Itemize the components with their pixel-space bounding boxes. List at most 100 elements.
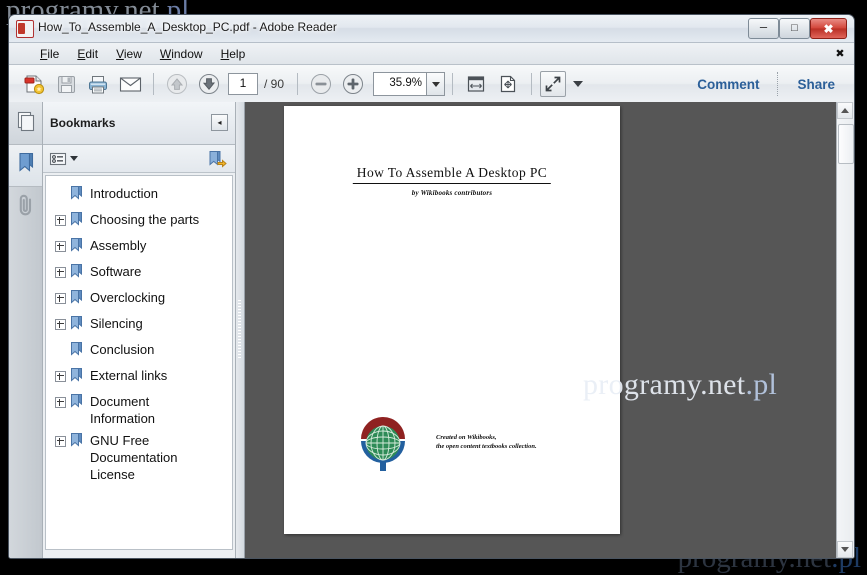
maximize-button[interactable]: □ <box>779 18 810 39</box>
new-bookmark-icon <box>207 149 227 169</box>
panel-splitter[interactable] <box>236 102 245 558</box>
bookmark-icon <box>70 393 85 414</box>
expand-toggle[interactable] <box>52 210 68 230</box>
scroll-up-button[interactable] <box>837 102 853 119</box>
bookmark-options-button[interactable] <box>49 151 78 167</box>
toolbar-more-arrow[interactable] <box>569 71 587 97</box>
adobe-reader-window: How_To_Assemble_A_Desktop_PC.pdf - Adobe… <box>8 14 855 559</box>
paperclip-icon <box>15 192 37 223</box>
zoom-dropdown-arrow[interactable] <box>426 72 445 96</box>
bookmarks-panel: Bookmarks ◂ <box>43 102 236 558</box>
list-item[interactable]: GNU Free Documentation License <box>46 429 232 485</box>
toolbar-separator-4 <box>531 73 532 95</box>
menu-label: iew <box>124 47 142 61</box>
minimize-button[interactable]: – <box>748 18 779 39</box>
list-item-label: Software <box>90 262 141 280</box>
vertical-scrollbar[interactable] <box>836 102 854 558</box>
menu-bar: File Edit View Window Help ✖ <box>9 43 854 65</box>
sidebar-item-page-thumbnails[interactable] <box>9 102 42 145</box>
close-toolbar-icon[interactable]: ✖ <box>832 46 848 61</box>
pdf-document-title: How To Assemble A Desktop PC <box>353 165 551 184</box>
window-body: Bookmarks ◂ <box>9 102 854 558</box>
caption-line-1: Created on Wikibooks, <box>436 433 537 442</box>
create-pdf-icon[interactable] <box>19 69 49 99</box>
expand-toggle[interactable] <box>52 392 68 412</box>
bookmark-options-arrow <box>70 156 78 161</box>
email-icon[interactable] <box>115 69 145 99</box>
scroll-down-button[interactable] <box>837 541 853 558</box>
toolbar-separator-5 <box>777 72 779 96</box>
zoom-level-input[interactable]: 35.9% <box>373 72 426 96</box>
title-bar: How_To_Assemble_A_Desktop_PC.pdf - Adobe… <box>9 15 854 43</box>
bookmark-icon <box>70 289 85 310</box>
next-page-icon[interactable] <box>194 69 224 99</box>
comment-button[interactable]: Comment <box>687 77 769 92</box>
list-item[interactable]: Introduction <box>46 182 232 208</box>
menu-accel: W <box>160 47 171 61</box>
list-item[interactable]: Overclocking <box>46 286 232 312</box>
collapse-panel-icon[interactable]: ◂ <box>211 114 228 131</box>
list-item[interactable]: Conclusion <box>46 338 232 364</box>
close-button[interactable]: ✖ <box>810 18 847 39</box>
zoom-in-icon[interactable] <box>338 69 368 99</box>
list-item-label: Overclocking <box>90 288 165 306</box>
sidebar-item-bookmarks[interactable] <box>9 145 42 187</box>
toolbar-separator-2 <box>297 73 298 95</box>
chevron-up-icon <box>841 108 849 113</box>
toolbar-separator-3 <box>452 73 453 95</box>
menu-item-file[interactable]: File <box>31 45 68 63</box>
zoom-out-icon[interactable] <box>306 69 336 99</box>
expand-toggle[interactable] <box>52 262 68 282</box>
bookmark-icon <box>70 315 85 336</box>
list-item[interactable]: Software <box>46 260 232 286</box>
expand-toggle[interactable] <box>52 431 68 451</box>
bookmarks-list[interactable]: Introduction Choosing the parts <box>45 175 233 550</box>
list-item-label: External links <box>90 366 167 384</box>
menu-item-window[interactable]: Window <box>151 45 212 63</box>
expand-toggle[interactable] <box>52 184 68 204</box>
bookmarks-panel-header: Bookmarks ◂ <box>43 102 235 145</box>
print-icon[interactable] <box>83 69 113 99</box>
list-item-label: Assembly <box>90 236 146 254</box>
page-total-label: / 90 <box>264 77 284 91</box>
share-button[interactable]: Share <box>787 77 845 92</box>
menu-item-edit[interactable]: Edit <box>68 45 107 63</box>
expand-toggle[interactable] <box>52 340 68 360</box>
expand-toggle[interactable] <box>52 236 68 256</box>
bookmarks-toolbar <box>43 145 235 173</box>
pdf-document-author: by Wikibooks contributors <box>412 189 492 197</box>
bookmark-icon <box>70 432 85 453</box>
fit-width-icon[interactable] <box>461 69 491 99</box>
list-item[interactable]: Document Information <box>46 390 232 429</box>
adobe-reader-icon <box>16 20 34 38</box>
list-item[interactable]: Choosing the parts <box>46 208 232 234</box>
list-item-label: Introduction <box>90 184 158 202</box>
bookmarks-panel-title: Bookmarks <box>50 116 115 130</box>
pages-icon <box>15 110 37 137</box>
menu-label: ile <box>47 47 59 61</box>
new-bookmark-button[interactable] <box>207 149 227 174</box>
document-viewport[interactable]: How To Assemble A Desktop PC by Wikibook… <box>245 102 854 558</box>
toolbar-right-group: Comment Share <box>687 72 854 96</box>
bookmark-icon <box>70 237 85 258</box>
expand-toggle[interactable] <box>52 314 68 334</box>
menu-item-help[interactable]: Help <box>212 45 255 63</box>
scrollbar-thumb[interactable] <box>838 124 854 164</box>
fit-page-icon[interactable] <box>493 69 523 99</box>
previous-page-icon[interactable] <box>162 69 192 99</box>
read-mode-icon[interactable] <box>540 71 566 97</box>
list-item[interactable]: External links <box>46 364 232 390</box>
sidebar-item-attachments[interactable] <box>9 187 42 228</box>
page-number-input[interactable]: 1 <box>228 73 258 95</box>
expand-toggle[interactable] <box>52 366 68 386</box>
maximize-icon: □ <box>780 19 809 38</box>
list-item[interactable]: Assembly <box>46 234 232 260</box>
bookmark-icon <box>16 151 36 180</box>
list-item[interactable]: Silencing <box>46 312 232 338</box>
list-item-label: Document Information <box>90 392 208 427</box>
splitter-grip <box>238 300 241 360</box>
menu-item-view[interactable]: View <box>107 45 151 63</box>
save-icon[interactable] <box>51 69 81 99</box>
expand-toggle[interactable] <box>52 288 68 308</box>
list-item-label: Conclusion <box>90 340 154 358</box>
